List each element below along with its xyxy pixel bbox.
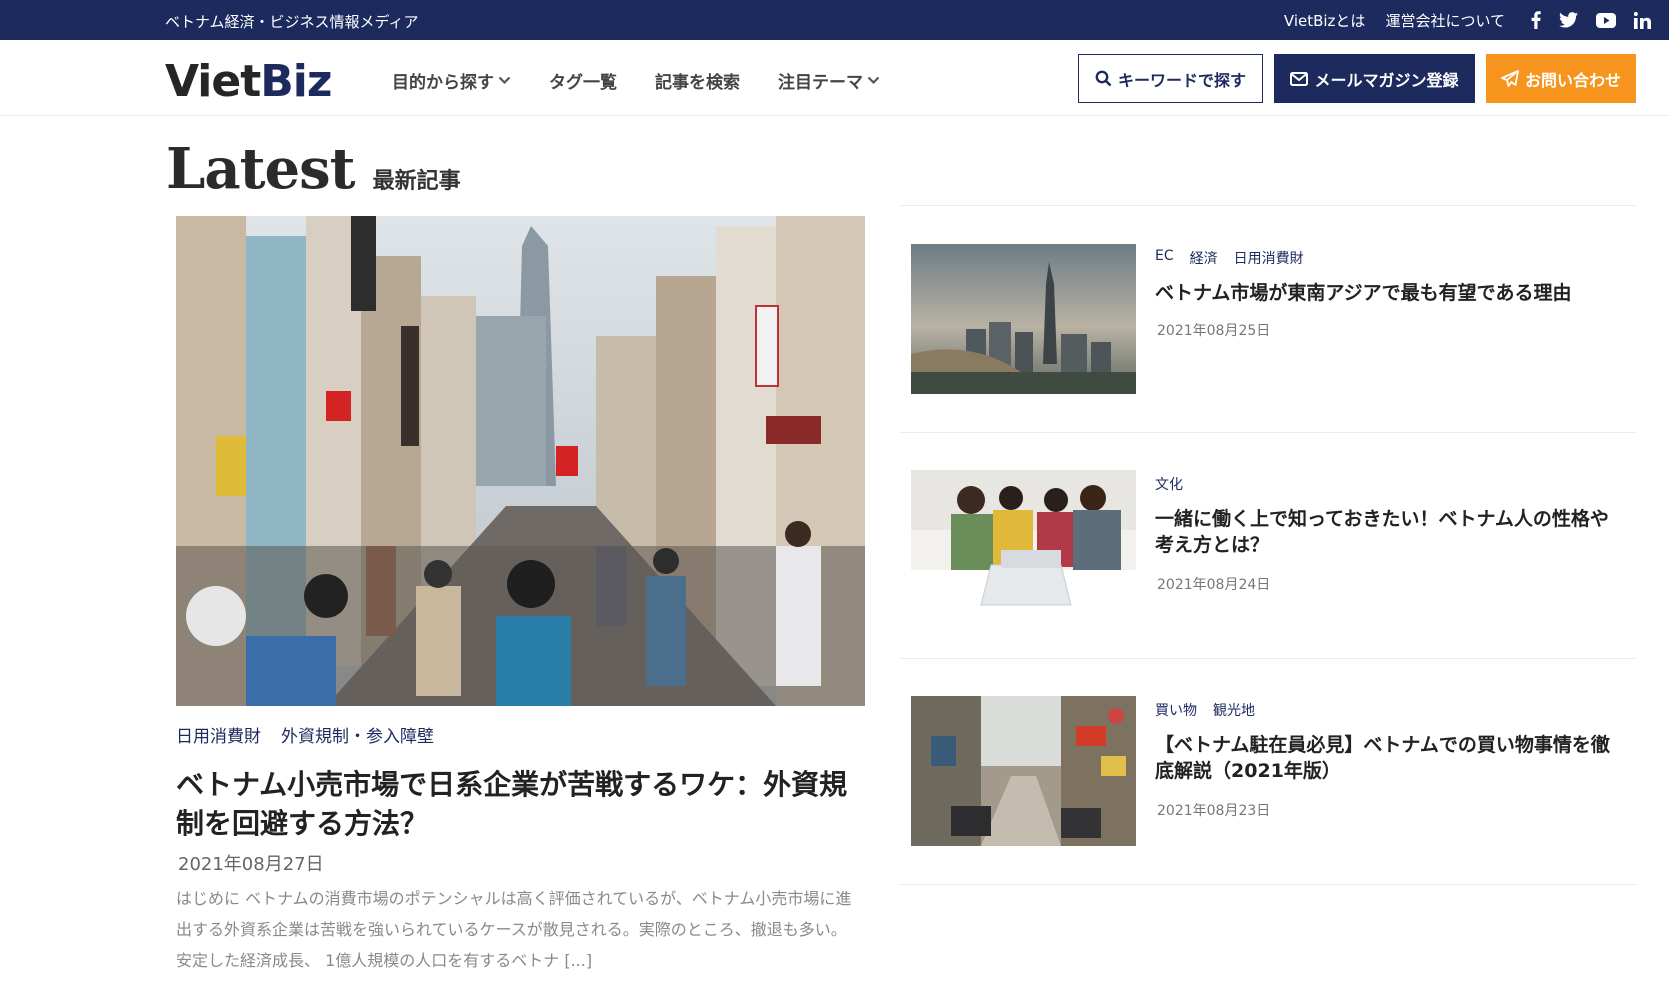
latest-title: Latest: [166, 136, 356, 202]
nav-item-label: 目的から探す: [392, 73, 494, 93]
facebook-icon[interactable]: [1531, 11, 1541, 29]
article-thumbnail[interactable]: [911, 696, 1136, 846]
latest-heading: Latest 最新記事: [166, 136, 461, 202]
nav-item-tags[interactable]: タグ一覧: [549, 68, 617, 93]
nav-item-purpose[interactable]: 目的から探す: [392, 68, 511, 93]
company-link[interactable]: 運営会社について: [1385, 10, 1505, 31]
nav-item-label: タグ一覧: [549, 73, 617, 93]
twitter-icon[interactable]: [1559, 12, 1578, 28]
tag-link[interactable]: 日用消費財: [176, 722, 261, 747]
article-date: 2021年08月25日: [1157, 323, 1271, 339]
nav-item-themes[interactable]: 注目テーマ: [778, 68, 880, 93]
site-logo[interactable]: VietBiz: [165, 56, 332, 108]
article-title[interactable]: ベトナム市場が東南アジアで最も有望である理由: [1155, 280, 1625, 306]
featured-excerpt: はじめに ベトナムの消費市場のポテンシャルは高く評価されているが、ベトナム小売市…: [176, 889, 852, 970]
about-link[interactable]: VietBizとは: [1284, 10, 1366, 31]
featured-image[interactable]: [176, 216, 865, 706]
article-date: 2021年08月24日: [1157, 577, 1271, 593]
divider: [900, 884, 1636, 885]
article-title[interactable]: 一緒に働く上で知っておきたい！ベトナム人の性格や考え方とは？: [1155, 506, 1625, 558]
top-links: VietBizとは 運営会社について: [1284, 0, 1651, 40]
search-icon: [1095, 70, 1112, 87]
tag-link[interactable]: 観光地: [1213, 700, 1255, 720]
tag-link[interactable]: 日用消費財: [1234, 248, 1304, 268]
contact-label: お問い合わせ: [1524, 70, 1621, 90]
social-links: [1531, 11, 1651, 29]
youtube-icon[interactable]: [1596, 12, 1616, 28]
side-article[interactable]: 文化 一緒に働く上で知っておきたい！ベトナム人の性格や考え方とは？ 2021年0…: [911, 470, 1636, 621]
tag-link[interactable]: EC: [1155, 248, 1174, 268]
article-tags: 買い物 観光地: [1155, 700, 1255, 720]
tag-link[interactable]: 買い物: [1155, 700, 1197, 720]
newsletter-button[interactable]: メールマガジン登録: [1274, 54, 1475, 103]
nav-item-label: 記事を検索: [655, 73, 740, 93]
logo-viet: Viet: [165, 56, 261, 107]
article-tags: 文化: [1155, 474, 1183, 494]
featured-tags: 日用消費財 外資規制・参入障壁: [176, 722, 434, 747]
tag-link[interactable]: 文化: [1155, 474, 1183, 494]
article-title[interactable]: 【ベトナム駐在員必見】ベトナムでの買い物事情を徹底解説（2021年版）: [1155, 732, 1625, 784]
top-bar: ベトナム経済・ビジネス情報メディア VietBizとは 運営会社について: [0, 0, 1669, 40]
chevron-down-icon: [867, 76, 880, 85]
divider: [900, 205, 1636, 206]
article-thumbnail[interactable]: [911, 244, 1136, 394]
envelope-icon: [1290, 71, 1309, 86]
featured-title[interactable]: ベトナム小売市場で日系企業が苦戦するワケ：外資規制を回避する方法？: [176, 765, 856, 843]
site-header: VietBiz 目的から探す タグ一覧 記事を検索 注目テーマ キーワードで探す…: [0, 40, 1669, 116]
article-tags: EC 経済 日用消費財: [1155, 248, 1304, 268]
site-tagline: ベトナム経済・ビジネス情報メディア: [165, 13, 419, 31]
divider: [900, 432, 1636, 433]
tag-link[interactable]: 経済: [1190, 248, 1218, 268]
side-article[interactable]: EC 経済 日用消費財 ベトナム市場が東南アジアで最も有望である理由 2021年…: [911, 244, 1636, 395]
linkedin-icon[interactable]: [1634, 11, 1651, 29]
article-date: 2021年08月23日: [1157, 803, 1271, 819]
paper-plane-icon: [1501, 70, 1519, 87]
newsletter-label: メールマガジン登録: [1314, 70, 1459, 90]
divider: [900, 658, 1636, 659]
side-article[interactable]: 買い物 観光地 【ベトナム駐在員必見】ベトナムでの買い物事情を徹底解説（2021…: [911, 696, 1636, 847]
featured-date: 2021年08月27日: [178, 854, 324, 875]
main-nav: 目的から探す タグ一覧 記事を検索 注目テーマ: [392, 68, 880, 93]
logo-biz: Biz: [260, 56, 332, 107]
contact-button[interactable]: お問い合わせ: [1486, 54, 1636, 103]
nav-item-search[interactable]: 記事を検索: [655, 68, 740, 93]
keyword-search-button[interactable]: キーワードで探す: [1078, 54, 1263, 103]
article-thumbnail[interactable]: [911, 470, 1136, 620]
chevron-down-icon: [498, 76, 511, 85]
nav-item-label: 注目テーマ: [778, 73, 863, 93]
latest-subtitle: 最新記事: [372, 169, 461, 194]
keyword-search-label: キーワードで探す: [1117, 70, 1246, 90]
tag-link[interactable]: 外資規制・参入障壁: [281, 722, 434, 747]
